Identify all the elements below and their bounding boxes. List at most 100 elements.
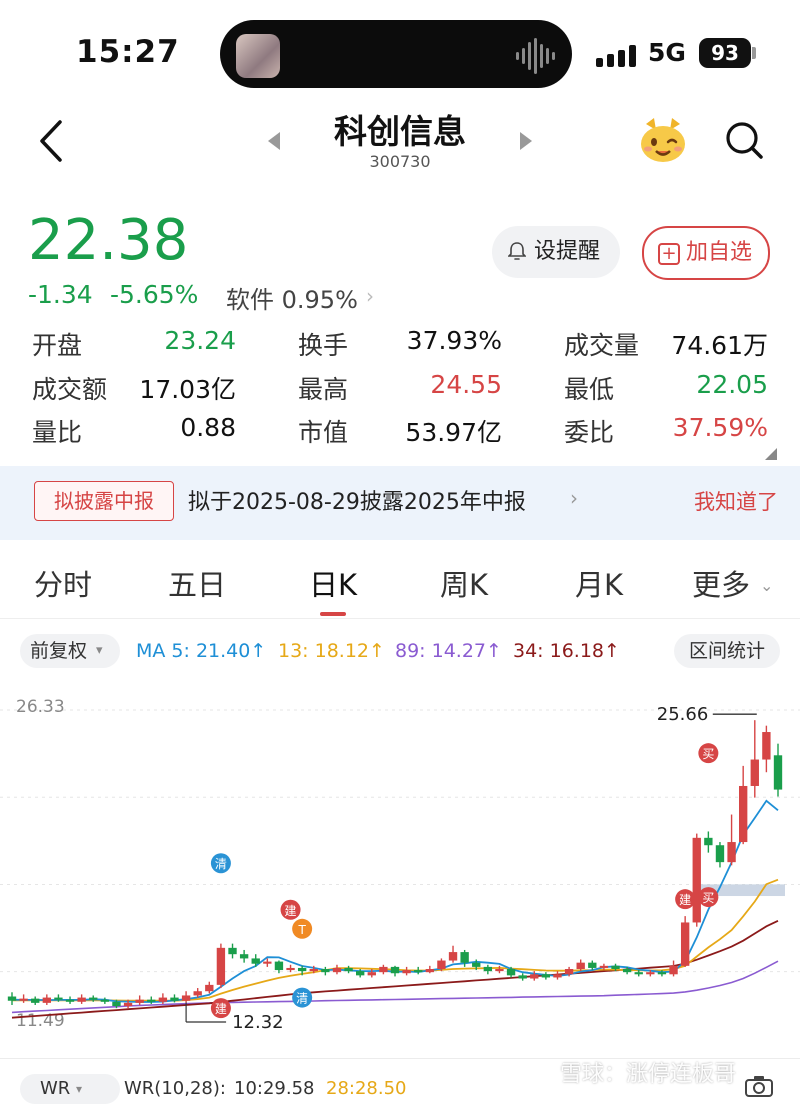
- candle: [54, 997, 63, 1000]
- candle: [42, 997, 51, 1003]
- candle: [402, 970, 411, 974]
- stat-value: 17.03亿: [139, 375, 236, 404]
- candle: [622, 969, 632, 973]
- chevron-down-icon: ▾: [76, 1082, 83, 1096]
- range-stats-button[interactable]: 区间统计: [674, 634, 780, 668]
- stat-label: 开盘: [32, 331, 83, 360]
- stat-value: 24.55: [430, 370, 502, 399]
- candle: [170, 997, 179, 1001]
- candle: [390, 966, 400, 974]
- candle: [181, 995, 191, 1001]
- stat-value: 22.05: [696, 370, 768, 399]
- notice-text[interactable]: 拟于2025-08-29披露2025年中报: [188, 484, 526, 516]
- trade-marker-label: 建: [215, 1002, 227, 1016]
- stat-label: 最低: [564, 375, 615, 404]
- plus-icon: +: [658, 243, 680, 265]
- price-change: -1.34: [28, 280, 93, 309]
- candle: [541, 974, 551, 978]
- current-price: 22.38: [28, 208, 189, 273]
- candle: [646, 972, 655, 975]
- ma5-value: MA 5: 21.40↑: [136, 640, 267, 662]
- adjust-mode-dropdown[interactable]: 前复权 ▾: [20, 634, 120, 668]
- candle: [205, 984, 214, 992]
- network-type: 5G: [648, 38, 686, 67]
- chevron-right-icon: ›: [366, 284, 374, 308]
- back-icon[interactable]: [34, 118, 74, 164]
- candle: [495, 969, 504, 972]
- candle: [530, 974, 539, 979]
- stat-label: 换手: [298, 331, 349, 360]
- candle: [356, 971, 365, 976]
- candle: [460, 952, 469, 963]
- low-price-label: 12.32: [232, 1012, 284, 1033]
- stat-value: 0.88: [180, 413, 236, 442]
- sub-indicator-dropdown[interactable]: WR ▾: [20, 1074, 120, 1104]
- candle: [727, 842, 736, 863]
- previous-stock-icon[interactable]: [266, 130, 282, 152]
- tab-five-day[interactable]: 五日: [168, 562, 226, 604]
- candle: [367, 972, 376, 976]
- camera-icon[interactable]: [744, 1074, 774, 1098]
- candle: [147, 999, 156, 1002]
- candle: [77, 997, 86, 1002]
- ma13-value: 13: 18.12↑: [278, 640, 385, 662]
- candle: [274, 961, 284, 971]
- candle: [448, 952, 458, 961]
- search-icon[interactable]: [724, 120, 764, 160]
- battery-level: 93: [699, 38, 751, 68]
- bell-icon: [508, 242, 526, 260]
- candle: [692, 837, 701, 923]
- candle: [65, 999, 75, 1002]
- candle: [251, 958, 260, 964]
- candle: [739, 785, 748, 843]
- candle: [239, 954, 249, 959]
- candle: [19, 998, 28, 1001]
- trade-marker-label: 买: [702, 747, 714, 761]
- price-change-percent: -5.65%: [110, 280, 199, 309]
- trade-marker-label: 建: [679, 893, 691, 907]
- stat-label: 委比: [564, 418, 615, 447]
- candle: [112, 1001, 121, 1007]
- stat-value: 37.59%: [672, 413, 768, 442]
- mascot-icon[interactable]: [638, 116, 688, 164]
- candle: [193, 991, 202, 996]
- next-stock-icon[interactable]: [518, 130, 534, 152]
- tab-weekly-k[interactable]: 周K: [440, 562, 488, 604]
- tab-more[interactable]: 更多: [692, 562, 750, 604]
- adjust-mode-label: 前复权: [30, 640, 88, 662]
- stat-label: 市值: [298, 418, 349, 447]
- sector-link[interactable]: 软件 0.95%: [226, 280, 358, 315]
- dismiss-notice-button[interactable]: 我知道了: [694, 486, 778, 516]
- candle: [611, 965, 620, 970]
- candle: [309, 969, 318, 972]
- candle: [576, 962, 585, 970]
- candle: [634, 972, 643, 975]
- ma13-line: [12, 878, 779, 1002]
- candle: [553, 974, 562, 978]
- candle: [297, 967, 307, 972]
- trade-marker-label: 清: [215, 857, 227, 871]
- chevron-down-icon: ⌄: [760, 576, 774, 595]
- stat-value: 74.61万: [671, 331, 768, 360]
- notice-tag: 拟披露中报: [34, 481, 174, 521]
- add-watchlist-button[interactable]: + 加自选: [642, 226, 770, 280]
- candle: [704, 837, 713, 846]
- trade-marker-label: 建: [285, 904, 297, 918]
- candle: [437, 960, 446, 970]
- candle: [135, 999, 144, 1003]
- sub-indicator-label: WR: [40, 1078, 71, 1099]
- candle: [216, 947, 226, 985]
- watermark: 雪球：涨停连板哥: [560, 1062, 737, 1087]
- candle: [715, 845, 725, 863]
- tab-daily-k[interactable]: 日K: [309, 562, 357, 604]
- active-tab-indicator: [320, 612, 346, 616]
- candle: [414, 970, 423, 973]
- kline-chart[interactable]: 26.3311.4925.6612.32清建T清建买建买: [0, 684, 800, 1054]
- candle: [379, 966, 388, 973]
- set-alert-button[interactable]: 设提醒: [492, 226, 620, 278]
- trade-marker-label: 买: [702, 891, 714, 905]
- expand-stats-icon[interactable]: [765, 448, 777, 460]
- tab-monthly-k[interactable]: 月K: [575, 562, 623, 604]
- tab-intraday[interactable]: 分时: [34, 562, 92, 604]
- candle: [669, 965, 678, 975]
